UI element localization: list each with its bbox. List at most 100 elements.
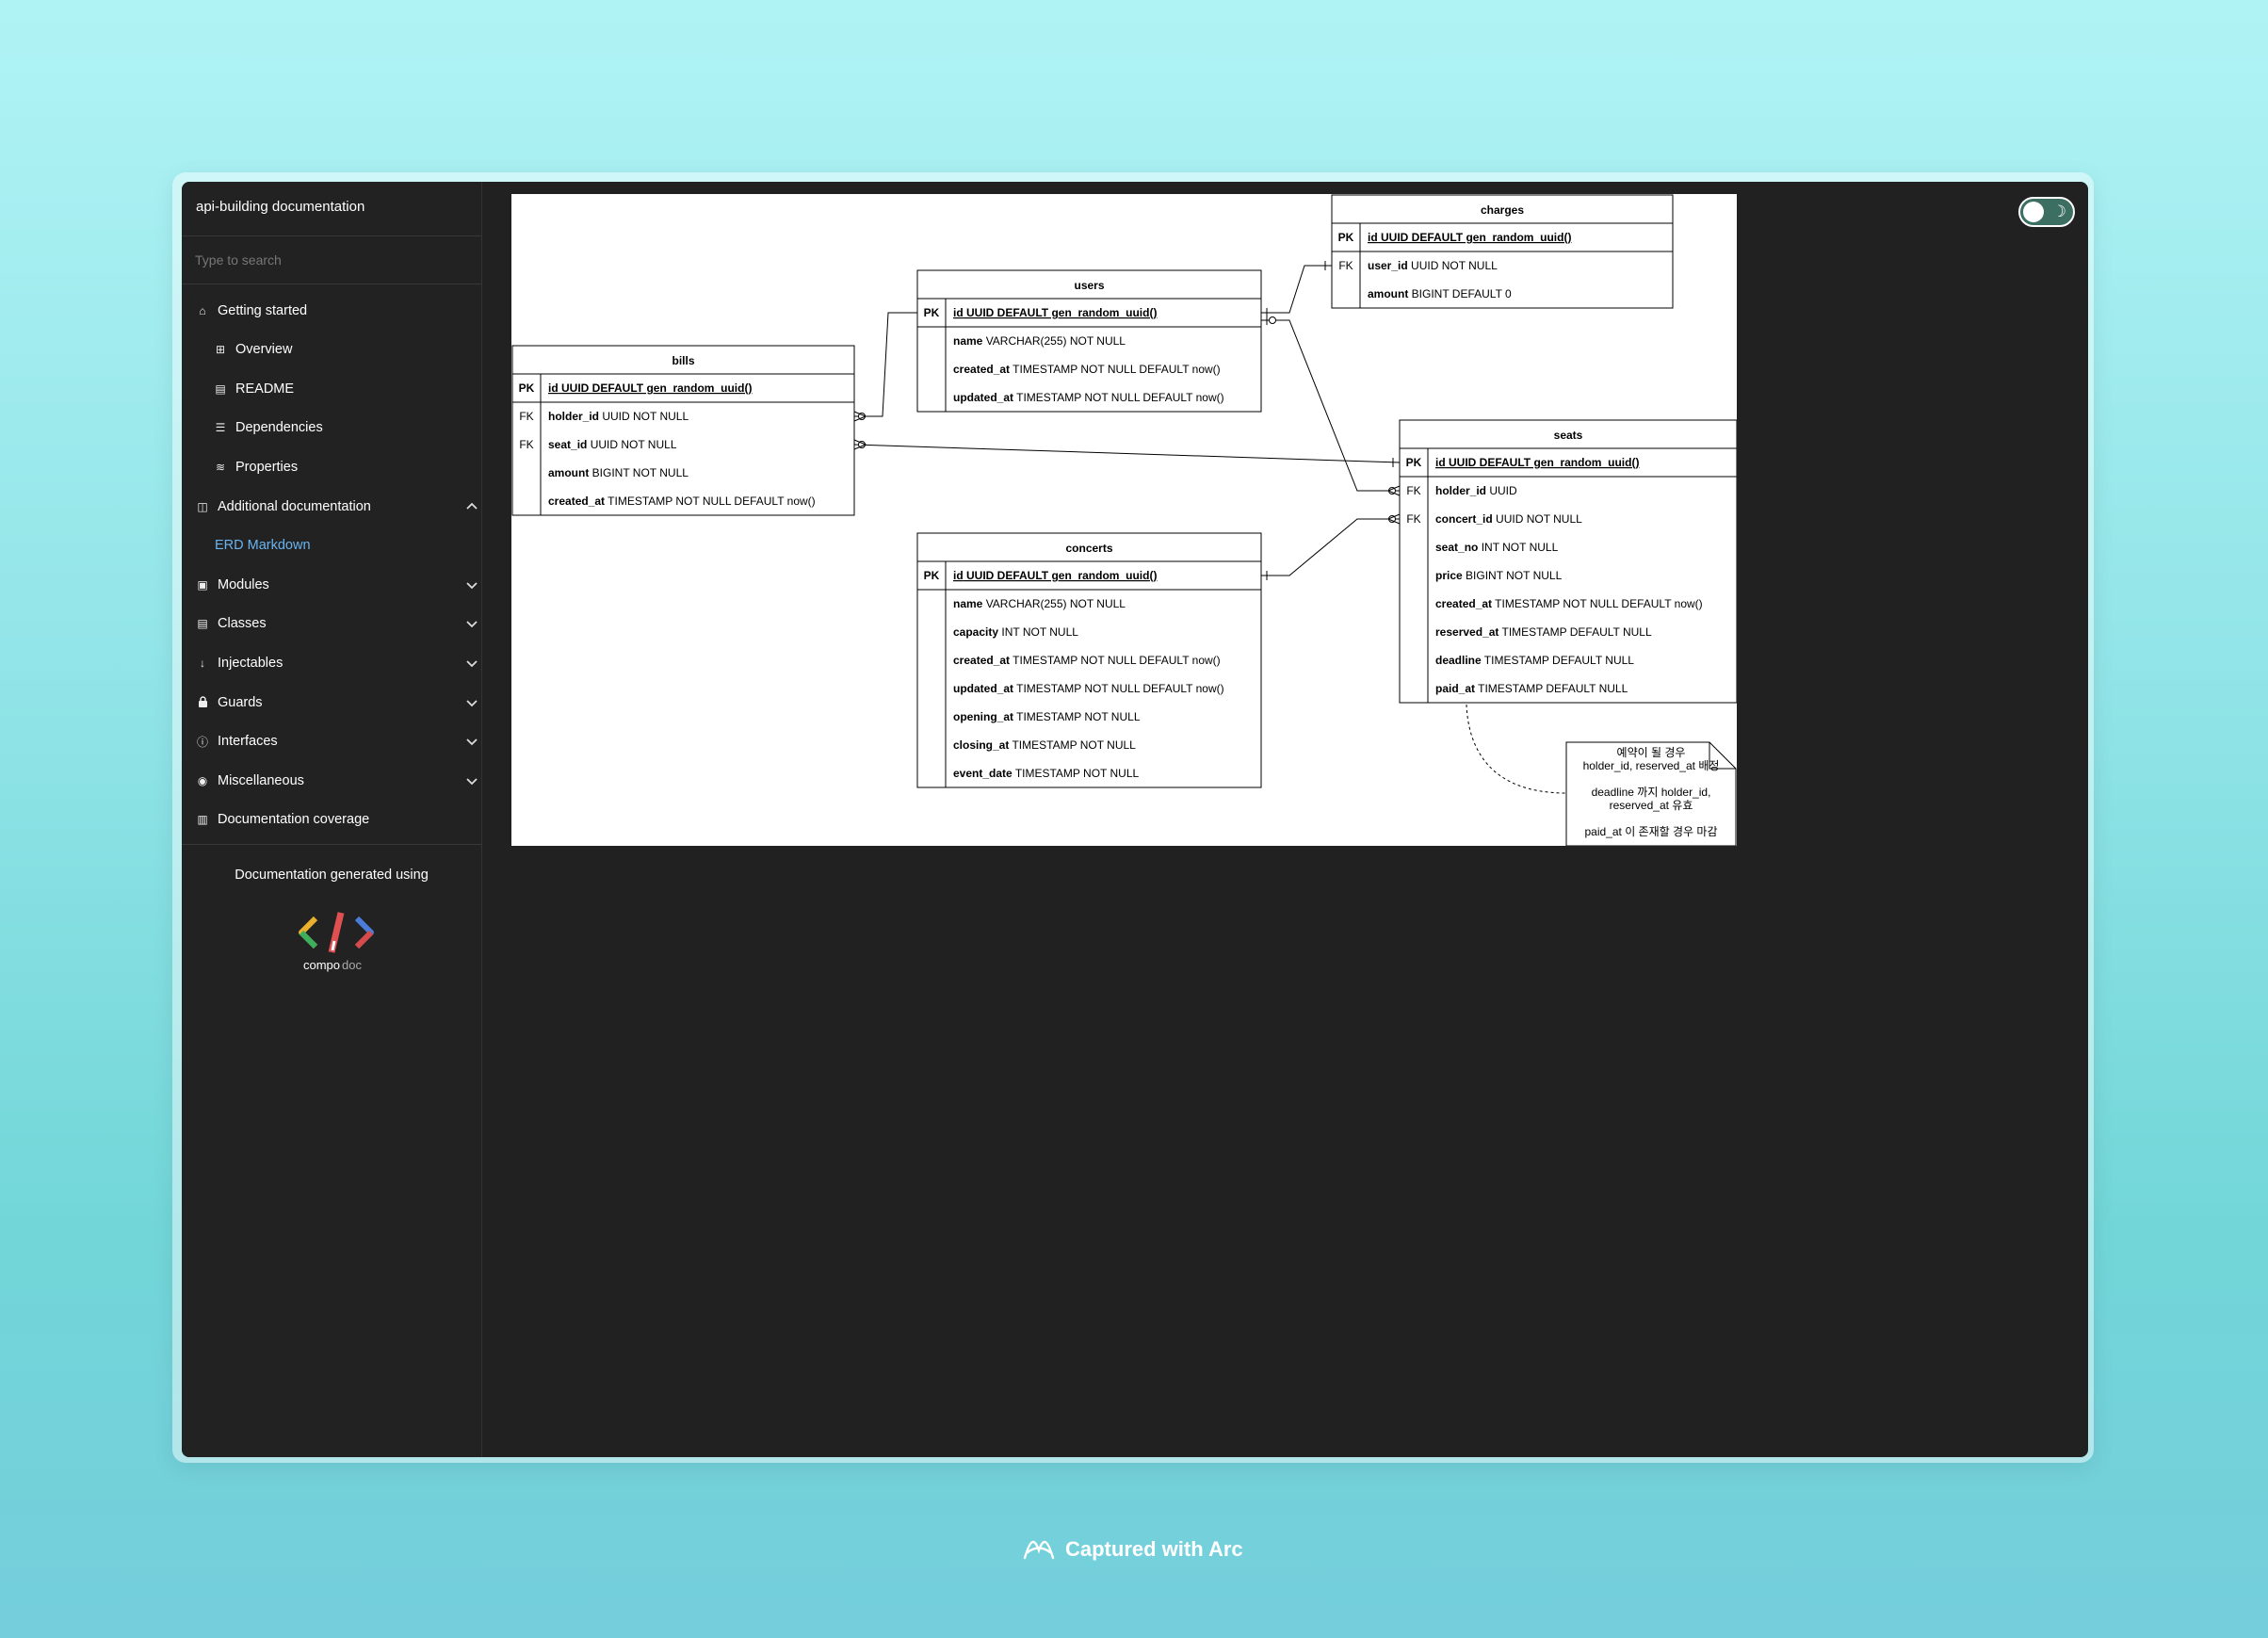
arc-watermark: Captured with Arc (1022, 1533, 1248, 1565)
relation-seats-concerts (1261, 518, 1400, 576)
column-text: created_at TIMESTAMP NOT NULL DEFAULT no… (1435, 597, 1703, 610)
chevron-down-icon[interactable] (463, 615, 480, 632)
column-text: amount BIGINT NOT NULL (548, 466, 688, 479)
relation-charges-users (1261, 265, 1332, 314)
column-type: TIMESTAMP NOT NULL DEFAULT now() (1013, 391, 1224, 404)
key-label: FK (1338, 259, 1353, 272)
column-type: TIMESTAMP NOT NULL (1013, 710, 1141, 723)
table-title: concerts (1065, 542, 1112, 555)
nav-injectables[interactable]: ↓ Injectables (182, 646, 495, 680)
column-name: holder_id (1435, 484, 1486, 497)
nav-interfaces[interactable]: ⓘ Interfaces (182, 724, 495, 758)
note-line: paid_at 이 존재할 경우 마감 (1584, 825, 1717, 838)
nav-additional-documentation[interactable]: ◫ Additional documentation (182, 490, 495, 524)
column-text: concert_id UUID NOT NULL (1435, 512, 1582, 526)
info-icon: ⓘ (196, 735, 208, 749)
erd-diagram: bills PK id UUID DEFAULT gen_random_uuid()… (511, 194, 1738, 847)
grid-icon: ⊞ (215, 343, 226, 356)
column-name: amount (1368, 287, 1408, 300)
nav-overview[interactable]: ⊞ Overview (182, 332, 513, 366)
nav-label: ERD Markdown (215, 538, 311, 553)
column-name: name (953, 597, 983, 610)
bar-chart-icon: ▥ (197, 813, 208, 826)
watermark-text: Captured with Arc (1065, 1537, 1243, 1561)
open-book-icon: ◫ (197, 500, 208, 513)
nav-label: Injectables (218, 656, 284, 671)
key-label: FK (1406, 512, 1420, 526)
column-name: closing_at (953, 738, 1009, 752)
nav-properties[interactable]: ≋ Properties (182, 450, 513, 484)
nav-dependencies[interactable]: ☰ Dependencies (182, 411, 513, 445)
column-text: updated_at TIMESTAMP NOT NULL DEFAULT no… (953, 391, 1224, 404)
search-input[interactable] (182, 236, 481, 284)
column-type: BIGINT DEFAULT 0 (1408, 287, 1512, 300)
nav-readme[interactable]: ▤ README (182, 372, 513, 406)
column-text: paid_at TIMESTAMP DEFAULT NULL (1435, 682, 1628, 695)
nav-label: Additional documentation (218, 499, 371, 514)
column-text: id UUID DEFAULT gen_random_uuid() (1435, 456, 1639, 469)
file-icon: ▤ (197, 617, 208, 630)
nav-classes[interactable]: ▤ Classes (182, 607, 495, 641)
column-type: UUID NOT NULL (587, 438, 676, 451)
column-type: TIMESTAMP NOT NULL DEFAULT now() (605, 495, 816, 508)
column-name: created_at (548, 495, 605, 508)
book-icon: ▤ (215, 382, 226, 396)
nav-guards[interactable]: Guards (182, 686, 495, 720)
nav-label: Documentation coverage (218, 812, 370, 827)
archive-icon: ▣ (197, 578, 208, 592)
key-label: PK (924, 306, 940, 319)
chevron-down-icon[interactable] (463, 694, 480, 711)
column-name: created_at (953, 654, 1010, 667)
column-text: name VARCHAR(255) NOT NULL (953, 334, 1126, 348)
column-text: holder_id UUID NOT NULL (548, 410, 688, 423)
column-type: TIMESTAMP NOT NULL DEFAULT now() (1010, 654, 1221, 667)
note-line: holder_id, reserved_at 배정 (1583, 759, 1720, 772)
arc-logo-icon (1023, 1540, 1055, 1560)
chevron-down-icon[interactable] (463, 576, 480, 593)
chevron-up-icon[interactable] (463, 498, 480, 515)
lock-icon (196, 695, 209, 710)
chevron-down-icon[interactable] (463, 733, 480, 750)
theme-toggle[interactable]: ☽ (2018, 197, 2075, 227)
nav-label: Interfaces (218, 734, 278, 749)
column-text: updated_at TIMESTAMP NOT NULL DEFAULT no… (953, 682, 1224, 695)
nav-label: Dependencies (235, 420, 323, 435)
column-text: capacity INT NOT NULL (953, 625, 1078, 639)
column-text: reserved_at TIMESTAMP DEFAULT NULL (1435, 625, 1652, 639)
column-name: id (953, 569, 964, 582)
column-type: TIMESTAMP NOT NULL (1012, 767, 1140, 780)
nav-erd-markdown[interactable]: ERD Markdown (182, 528, 514, 562)
note-line: 예약이 될 경우 (1617, 745, 1686, 759)
column-name: concert_id (1435, 512, 1493, 526)
chevron-down-icon[interactable] (463, 655, 480, 672)
table-title: charges (1481, 203, 1524, 217)
nav-documentation-coverage[interactable]: ▥ Documentation coverage (182, 803, 495, 836)
column-text: name VARCHAR(255) NOT NULL (953, 597, 1126, 610)
column-type: UUID DEFAULT gen_random_uuid() (559, 381, 753, 395)
chevron-down-icon[interactable] (463, 772, 480, 789)
nav-miscellaneous[interactable]: ◉ Miscellaneous (182, 764, 495, 798)
column-name: capacity (953, 625, 998, 639)
column-type: TIMESTAMP NOT NULL DEFAULT now() (1492, 597, 1703, 610)
key-label: FK (519, 410, 533, 423)
logo-text-doc: doc (342, 958, 362, 972)
column-name: created_at (1435, 597, 1492, 610)
nav-getting-started[interactable]: ⌂ Getting started (182, 294, 495, 328)
column-type: TIMESTAMP NOT NULL DEFAULT now() (1010, 363, 1221, 376)
home-icon: ⌂ (199, 304, 206, 317)
column-type: INT NOT NULL (1478, 541, 1558, 554)
column-text: amount BIGINT DEFAULT 0 (1368, 287, 1512, 300)
nav-modules[interactable]: ▣ Modules (182, 568, 495, 602)
erd-table-concerts: concerts PK id UUID DEFAULT gen_random_uui… (916, 532, 1262, 788)
relation-seats-users (1261, 319, 1400, 492)
compodoc-logo[interactable]: compo doc (297, 909, 376, 977)
column-text: seat_id UUID NOT NULL (548, 438, 677, 451)
column-text: id UUID DEFAULT gen_random_uuid() (1368, 231, 1571, 244)
key-label: PK (1406, 456, 1422, 469)
column-text: user_id UUID NOT NULL (1368, 259, 1498, 272)
app-title[interactable]: api-building documentation (196, 199, 364, 215)
column-text: price BIGINT NOT NULL (1435, 569, 1563, 582)
erd-table-bills: bills PK id UUID DEFAULT gen_random_uuid()… (511, 345, 855, 516)
column-name: amount (548, 466, 589, 479)
column-type: UUID DEFAULT gen_random_uuid() (1378, 231, 1572, 244)
